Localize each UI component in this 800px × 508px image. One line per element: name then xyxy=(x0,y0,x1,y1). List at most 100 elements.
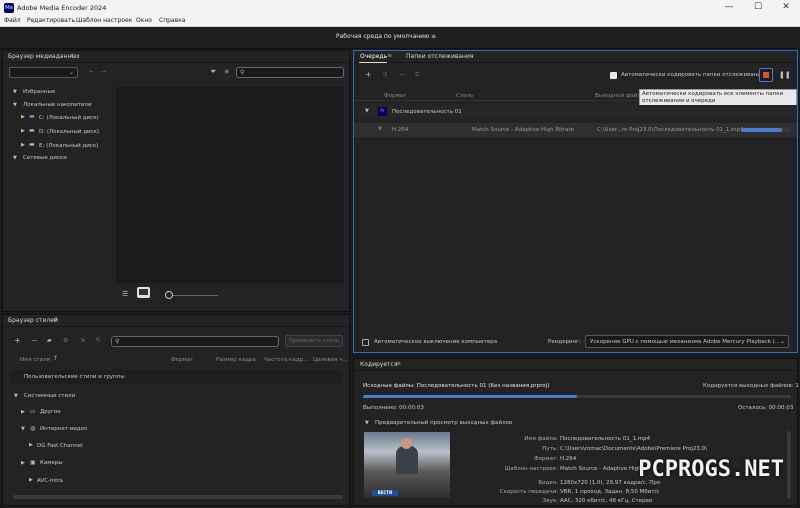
preview-label[interactable]: Предварительный просмотр выходных файлов xyxy=(375,420,512,426)
media-browser-menu-icon[interactable]: ≡ xyxy=(70,52,75,59)
workspace-switcher[interactable]: Рабочая среда по умолчанию ≡ xyxy=(336,33,436,40)
column-output[interactable]: Выходной файл xyxy=(595,93,641,99)
apply-style-button[interactable]: Применить стиль xyxy=(285,335,343,347)
renderer-value: Ускорение GPU с помощью механизма Adobe … xyxy=(590,339,781,345)
tree-drive-e[interactable]: E: (Локальный диск) xyxy=(39,143,98,149)
column-format[interactable]: Формат xyxy=(171,357,193,363)
drive-icon: ▬ xyxy=(29,113,35,120)
encoding-panel: Кодируется ≡ Исходные файлы: Последовате… xyxy=(353,358,799,506)
auto-shutdown-checkbox[interactable] xyxy=(362,339,369,346)
queue-item-format[interactable]: H.264 xyxy=(392,127,408,133)
zoom-slider-handle[interactable] xyxy=(165,291,173,299)
detail-label: Имя файла: xyxy=(524,436,558,442)
menu-window[interactable]: Окно xyxy=(136,17,152,24)
column-style-name[interactable]: Имя стиля xyxy=(20,357,50,363)
style-item-avc-intra[interactable]: AVC-Intra xyxy=(37,478,63,484)
horizontal-scrollbar[interactable] xyxy=(13,495,343,499)
tab-queue[interactable]: Очередь xyxy=(360,53,387,60)
style-item-dg-fast-channel[interactable]: DG Fast Channel xyxy=(37,443,83,449)
queue-menu-icon[interactable]: ≡ xyxy=(387,52,392,59)
chevron-right-icon[interactable]: ▶ xyxy=(21,114,25,120)
menu-file[interactable]: Файл xyxy=(4,17,21,24)
queue-sequence-row[interactable]: ▼ Pr Последовательность 01 xyxy=(354,105,797,118)
tree-network-drives[interactable]: Сетевые диски xyxy=(23,155,67,161)
settings-icon[interactable]: ⚙ xyxy=(63,337,68,344)
new-group-icon[interactable]: ▰ xyxy=(47,337,52,344)
menu-edit[interactable]: Редактировать xyxy=(27,17,75,24)
chevron-right-icon[interactable]: ▶ xyxy=(21,128,25,134)
tree-drive-c[interactable]: C: (Локальный диск) xyxy=(39,115,99,121)
chevron-down-icon[interactable]: ▼ xyxy=(365,420,369,426)
column-frame-rate[interactable]: Частота кадр... xyxy=(264,357,308,363)
camera-icon: ▣ xyxy=(30,459,36,466)
pause-icon[interactable]: ❚❚ xyxy=(779,71,791,79)
export-icon[interactable]: ⇱ xyxy=(96,337,101,344)
elapsed-time: Выполнено: 00:00:03 xyxy=(363,405,424,411)
menu-help[interactable]: Справка xyxy=(159,17,185,24)
title-bar: Me Adobe Media Encoder 2024 — ☐ ✕ xyxy=(0,0,800,16)
add-output-icon[interactable]: ⇶ xyxy=(382,71,387,78)
list-item[interactable]: Пользовательские стили и группы xyxy=(11,370,341,384)
detail-value: AAC, 320 кбит/с, 48 кГц, Стерео xyxy=(560,498,653,504)
encoding-menu-icon[interactable]: ≡ xyxy=(396,360,401,367)
style-item-web-video[interactable]: Интернет-видео xyxy=(40,426,87,432)
chevron-down-icon[interactable]: ▼ xyxy=(13,102,17,108)
renderer-dropdown[interactable]: Ускорение GPU с помощью механизма Adobe … xyxy=(585,335,789,348)
detail-label: Скорость передачи: xyxy=(499,489,558,495)
media-search-input[interactable]: ⚲ xyxy=(236,67,344,78)
minimize-button[interactable]: — xyxy=(722,2,736,12)
site-watermark: PCPROGS.NET xyxy=(638,457,784,482)
eye-icon[interactable]: ◉ xyxy=(224,68,229,75)
chevron-down-icon[interactable]: ▼ xyxy=(378,126,382,132)
chevron-right-icon[interactable]: ▶ xyxy=(21,142,25,148)
back-arrow-icon[interactable]: ← xyxy=(89,68,94,75)
chevron-down-icon[interactable]: ▼ xyxy=(365,108,369,114)
zoom-slider-track[interactable] xyxy=(173,295,218,296)
tree-drive-d[interactable]: D: (Локальный диск) xyxy=(39,129,99,135)
duplicate-icon[interactable]: ⧉ xyxy=(415,71,419,79)
workspace-menu-icon: ≡ xyxy=(431,33,437,40)
column-style[interactable]: Стиль xyxy=(456,93,473,99)
menu-presets[interactable]: Шаблон настроек xyxy=(76,17,132,24)
chevron-right-icon[interactable]: ▶ xyxy=(21,460,25,466)
add-source-icon[interactable]: + xyxy=(365,70,372,79)
column-bitrate[interactable]: Целевая ч... xyxy=(313,357,348,363)
style-item-cameras[interactable]: Камеры xyxy=(40,460,63,466)
list-view-icon[interactable]: ☰ xyxy=(122,290,128,298)
remove-icon[interactable]: − xyxy=(399,70,406,79)
chevron-down-icon[interactable]: ▼ xyxy=(13,89,17,95)
import-icon[interactable]: ⇲ xyxy=(80,337,85,344)
chevron-right-icon[interactable]: ▶ xyxy=(29,477,33,483)
auto-encode-checkbox[interactable] xyxy=(610,72,617,79)
detail-value: VBR, 1 проход, Задан. 8,50 Мбит/с xyxy=(560,489,660,495)
filter-icon[interactable]: ⏷ xyxy=(210,67,216,77)
tab-watch-folders[interactable]: Папки отслеживания xyxy=(406,53,473,60)
remove-style-icon[interactable]: − xyxy=(31,336,38,345)
tree-favorites[interactable]: Избранные xyxy=(23,89,55,95)
close-button[interactable]: ✕ xyxy=(779,2,793,12)
chevron-down-icon[interactable]: ▼ xyxy=(13,155,17,161)
system-styles-group[interactable]: Системные стили xyxy=(24,393,75,399)
thumbnail-view-icon[interactable] xyxy=(137,287,150,298)
location-dropdown[interactable]: ⌄ xyxy=(9,67,78,78)
styles-browser-menu-icon[interactable]: ≡ xyxy=(53,316,58,323)
queue-item-row[interactable]: ▼ H.264 Match Source - Adaptive High Bit… xyxy=(354,123,797,137)
style-item-other[interactable]: Другое xyxy=(40,409,61,415)
maximize-button[interactable]: ☐ xyxy=(751,2,765,12)
add-style-icon[interactable]: + xyxy=(14,336,21,345)
queue-item-preset[interactable]: Match Source - Adaptive High Bitrate xyxy=(472,127,574,133)
chevron-right-icon[interactable]: ▶ xyxy=(21,409,25,415)
chevron-down-icon[interactable]: ▼ xyxy=(14,393,18,399)
column-format[interactable]: Формат xyxy=(384,93,406,99)
queue-item-output[interactable]: C:\User...re Proj23.0\Последовательность… xyxy=(597,127,744,133)
column-frame-size[interactable]: Размер кадра xyxy=(216,357,256,363)
chevron-right-icon[interactable]: ▶ xyxy=(29,442,33,448)
chevron-down-icon[interactable]: ▼ xyxy=(21,426,25,432)
vertical-scrollbar[interactable] xyxy=(787,431,791,499)
tree-local-drives[interactable]: Локальные накопители xyxy=(23,102,92,108)
sort-arrow-icon[interactable]: ↑ xyxy=(53,355,58,362)
drive-icon: ▬ xyxy=(29,141,35,148)
stop-queue-button[interactable] xyxy=(759,68,773,82)
forward-arrow-icon[interactable]: → xyxy=(101,68,106,75)
styles-search-input[interactable]: ⚲ xyxy=(111,336,279,347)
